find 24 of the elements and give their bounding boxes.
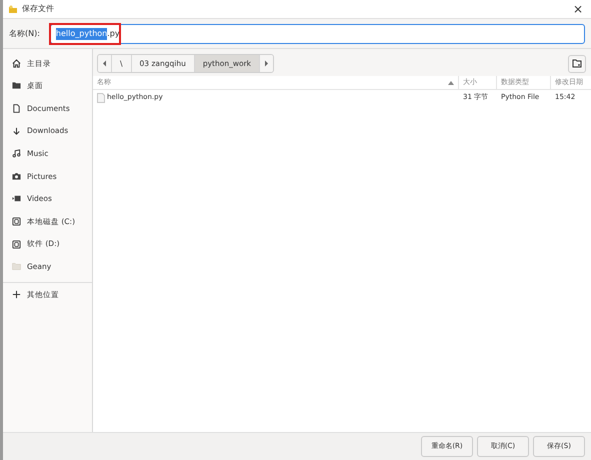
video-icon bbox=[12, 194, 21, 204]
app-icon bbox=[8, 4, 18, 14]
close-button[interactable]: × bbox=[568, 3, 587, 15]
folder-icon bbox=[12, 81, 21, 90]
file-icon bbox=[97, 92, 105, 102]
new-folder-button[interactable] bbox=[568, 54, 586, 72]
scroll-right-button[interactable] bbox=[260, 55, 273, 72]
window-title: 保存文件 bbox=[22, 3, 55, 15]
name-label: 名称(N): bbox=[9, 28, 40, 40]
plus-icon bbox=[12, 290, 21, 299]
home-icon bbox=[12, 58, 21, 68]
right-arrow-icon bbox=[264, 60, 269, 67]
left-arrow-icon bbox=[102, 60, 107, 67]
new-folder-icon bbox=[572, 59, 582, 68]
music-icon bbox=[12, 149, 21, 158]
sort-arrow-icon bbox=[448, 80, 454, 84]
download-icon bbox=[12, 126, 21, 136]
filename-field[interactable]: hello_python.py bbox=[50, 24, 585, 44]
drive-icon bbox=[12, 240, 21, 249]
drive-icon bbox=[12, 216, 21, 226]
scroll-left-button[interactable] bbox=[98, 55, 112, 72]
document-icon bbox=[12, 104, 21, 113]
folder-icon bbox=[12, 262, 21, 272]
camera-icon bbox=[12, 172, 21, 181]
